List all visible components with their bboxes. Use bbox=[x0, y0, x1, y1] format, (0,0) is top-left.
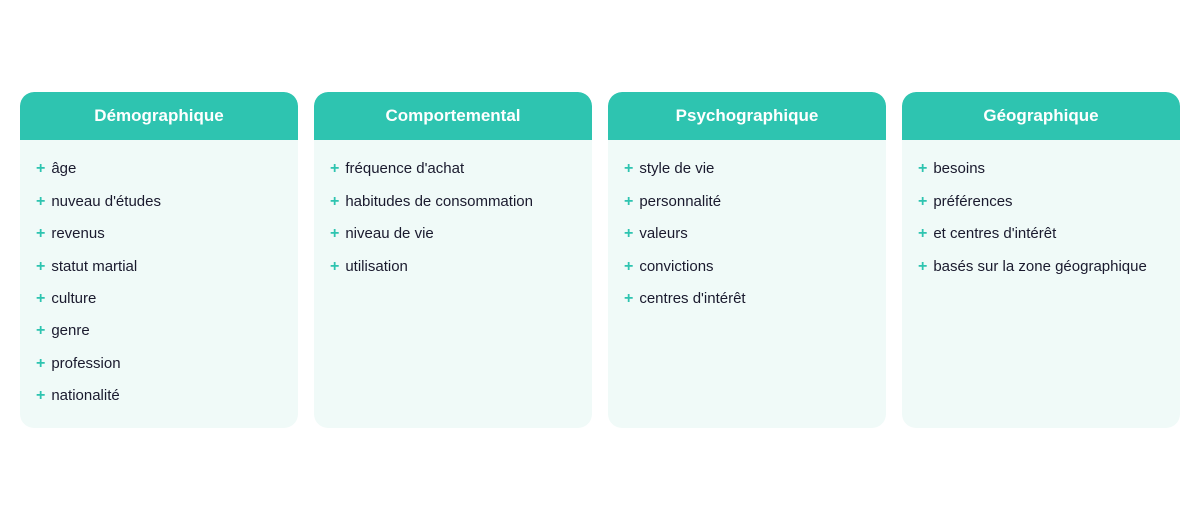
list-item: + niveau de vie bbox=[330, 223, 576, 245]
item-text: style de vie bbox=[639, 158, 714, 179]
item-text: préférences bbox=[933, 191, 1012, 212]
plus-icon: + bbox=[624, 191, 633, 213]
item-text: nuveau d'études bbox=[51, 191, 161, 212]
item-text: et centres d'intérêt bbox=[933, 223, 1056, 244]
plus-icon: + bbox=[36, 353, 45, 375]
item-text: âge bbox=[51, 158, 76, 179]
plus-icon: + bbox=[330, 191, 339, 213]
card-header-comportemental: Comportemental bbox=[314, 92, 592, 140]
list-item: + habitudes de consommation bbox=[330, 191, 576, 213]
item-text: basés sur la zone géographique bbox=[933, 256, 1147, 277]
card-header-demographique: Démographique bbox=[20, 92, 298, 140]
plus-icon: + bbox=[330, 223, 339, 245]
item-text: convictions bbox=[639, 256, 713, 277]
plus-icon: + bbox=[36, 256, 45, 278]
item-text: centres d'intérêt bbox=[639, 288, 745, 309]
item-text: revenus bbox=[51, 223, 104, 244]
item-text: personnalité bbox=[639, 191, 721, 212]
plus-icon: + bbox=[918, 223, 927, 245]
item-text: habitudes de consommation bbox=[345, 191, 533, 212]
list-item: + personnalité bbox=[624, 191, 870, 213]
plus-icon: + bbox=[36, 158, 45, 180]
plus-icon: + bbox=[36, 320, 45, 342]
plus-icon: + bbox=[918, 256, 927, 278]
list-item: + préférences bbox=[918, 191, 1164, 213]
card-body-comportemental: + fréquence d'achat + habitudes de consomma… bbox=[314, 140, 592, 298]
card-comportemental: Comportemental + fréquence d'achat + habitud… bbox=[314, 92, 592, 427]
card-body-geographique: + besoins + préférences + et centres d'intérê… bbox=[902, 140, 1180, 298]
segmentation-grid: Démographique + âge + nuveau d'études + revenu… bbox=[20, 92, 1180, 427]
item-text: genre bbox=[51, 320, 89, 341]
list-item: + nuveau d'études bbox=[36, 191, 282, 213]
item-text: utilisation bbox=[345, 256, 408, 277]
list-item: + et centres d'intérêt bbox=[918, 223, 1164, 245]
card-header-geographique: Géographique bbox=[902, 92, 1180, 140]
plus-icon: + bbox=[918, 158, 927, 180]
plus-icon: + bbox=[624, 256, 633, 278]
card-psychographique: Psychographique + style de vie + personnalit… bbox=[608, 92, 886, 427]
card-body-demographique: + âge + nuveau d'études + revenus + statut mart… bbox=[20, 140, 298, 427]
item-text: profession bbox=[51, 353, 120, 374]
plus-icon: + bbox=[330, 256, 339, 278]
list-item: + âge bbox=[36, 158, 282, 180]
list-item: + nationalité bbox=[36, 385, 282, 407]
item-text: niveau de vie bbox=[345, 223, 433, 244]
list-item: + statut martial bbox=[36, 256, 282, 278]
plus-icon: + bbox=[36, 223, 45, 245]
card-header-psychographique: Psychographique bbox=[608, 92, 886, 140]
list-item: + genre bbox=[36, 320, 282, 342]
list-item: + centres d'intérêt bbox=[624, 288, 870, 310]
plus-icon: + bbox=[36, 191, 45, 213]
list-item: + revenus bbox=[36, 223, 282, 245]
plus-icon: + bbox=[624, 288, 633, 310]
plus-icon: + bbox=[36, 288, 45, 310]
item-text: culture bbox=[51, 288, 96, 309]
list-item: + utilisation bbox=[330, 256, 576, 278]
list-item: + profession bbox=[36, 353, 282, 375]
plus-icon: + bbox=[36, 385, 45, 407]
item-text: fréquence d'achat bbox=[345, 158, 464, 179]
item-text: statut martial bbox=[51, 256, 137, 277]
item-text: valeurs bbox=[639, 223, 687, 244]
item-text: besoins bbox=[933, 158, 985, 179]
list-item: + basés sur la zone géographique bbox=[918, 256, 1164, 278]
card-body-psychographique: + style de vie + personnalité + valeurs + convi… bbox=[608, 140, 886, 330]
list-item: + convictions bbox=[624, 256, 870, 278]
list-item: + fréquence d'achat bbox=[330, 158, 576, 180]
list-item: + style de vie bbox=[624, 158, 870, 180]
card-demographique: Démographique + âge + nuveau d'études + revenu… bbox=[20, 92, 298, 427]
plus-icon: + bbox=[330, 158, 339, 180]
card-geographique: Géographique + besoins + préférences + et cent… bbox=[902, 92, 1180, 427]
list-item: + culture bbox=[36, 288, 282, 310]
list-item: + valeurs bbox=[624, 223, 870, 245]
item-text: nationalité bbox=[51, 385, 119, 406]
plus-icon: + bbox=[624, 158, 633, 180]
plus-icon: + bbox=[918, 191, 927, 213]
list-item: + besoins bbox=[918, 158, 1164, 180]
plus-icon: + bbox=[624, 223, 633, 245]
